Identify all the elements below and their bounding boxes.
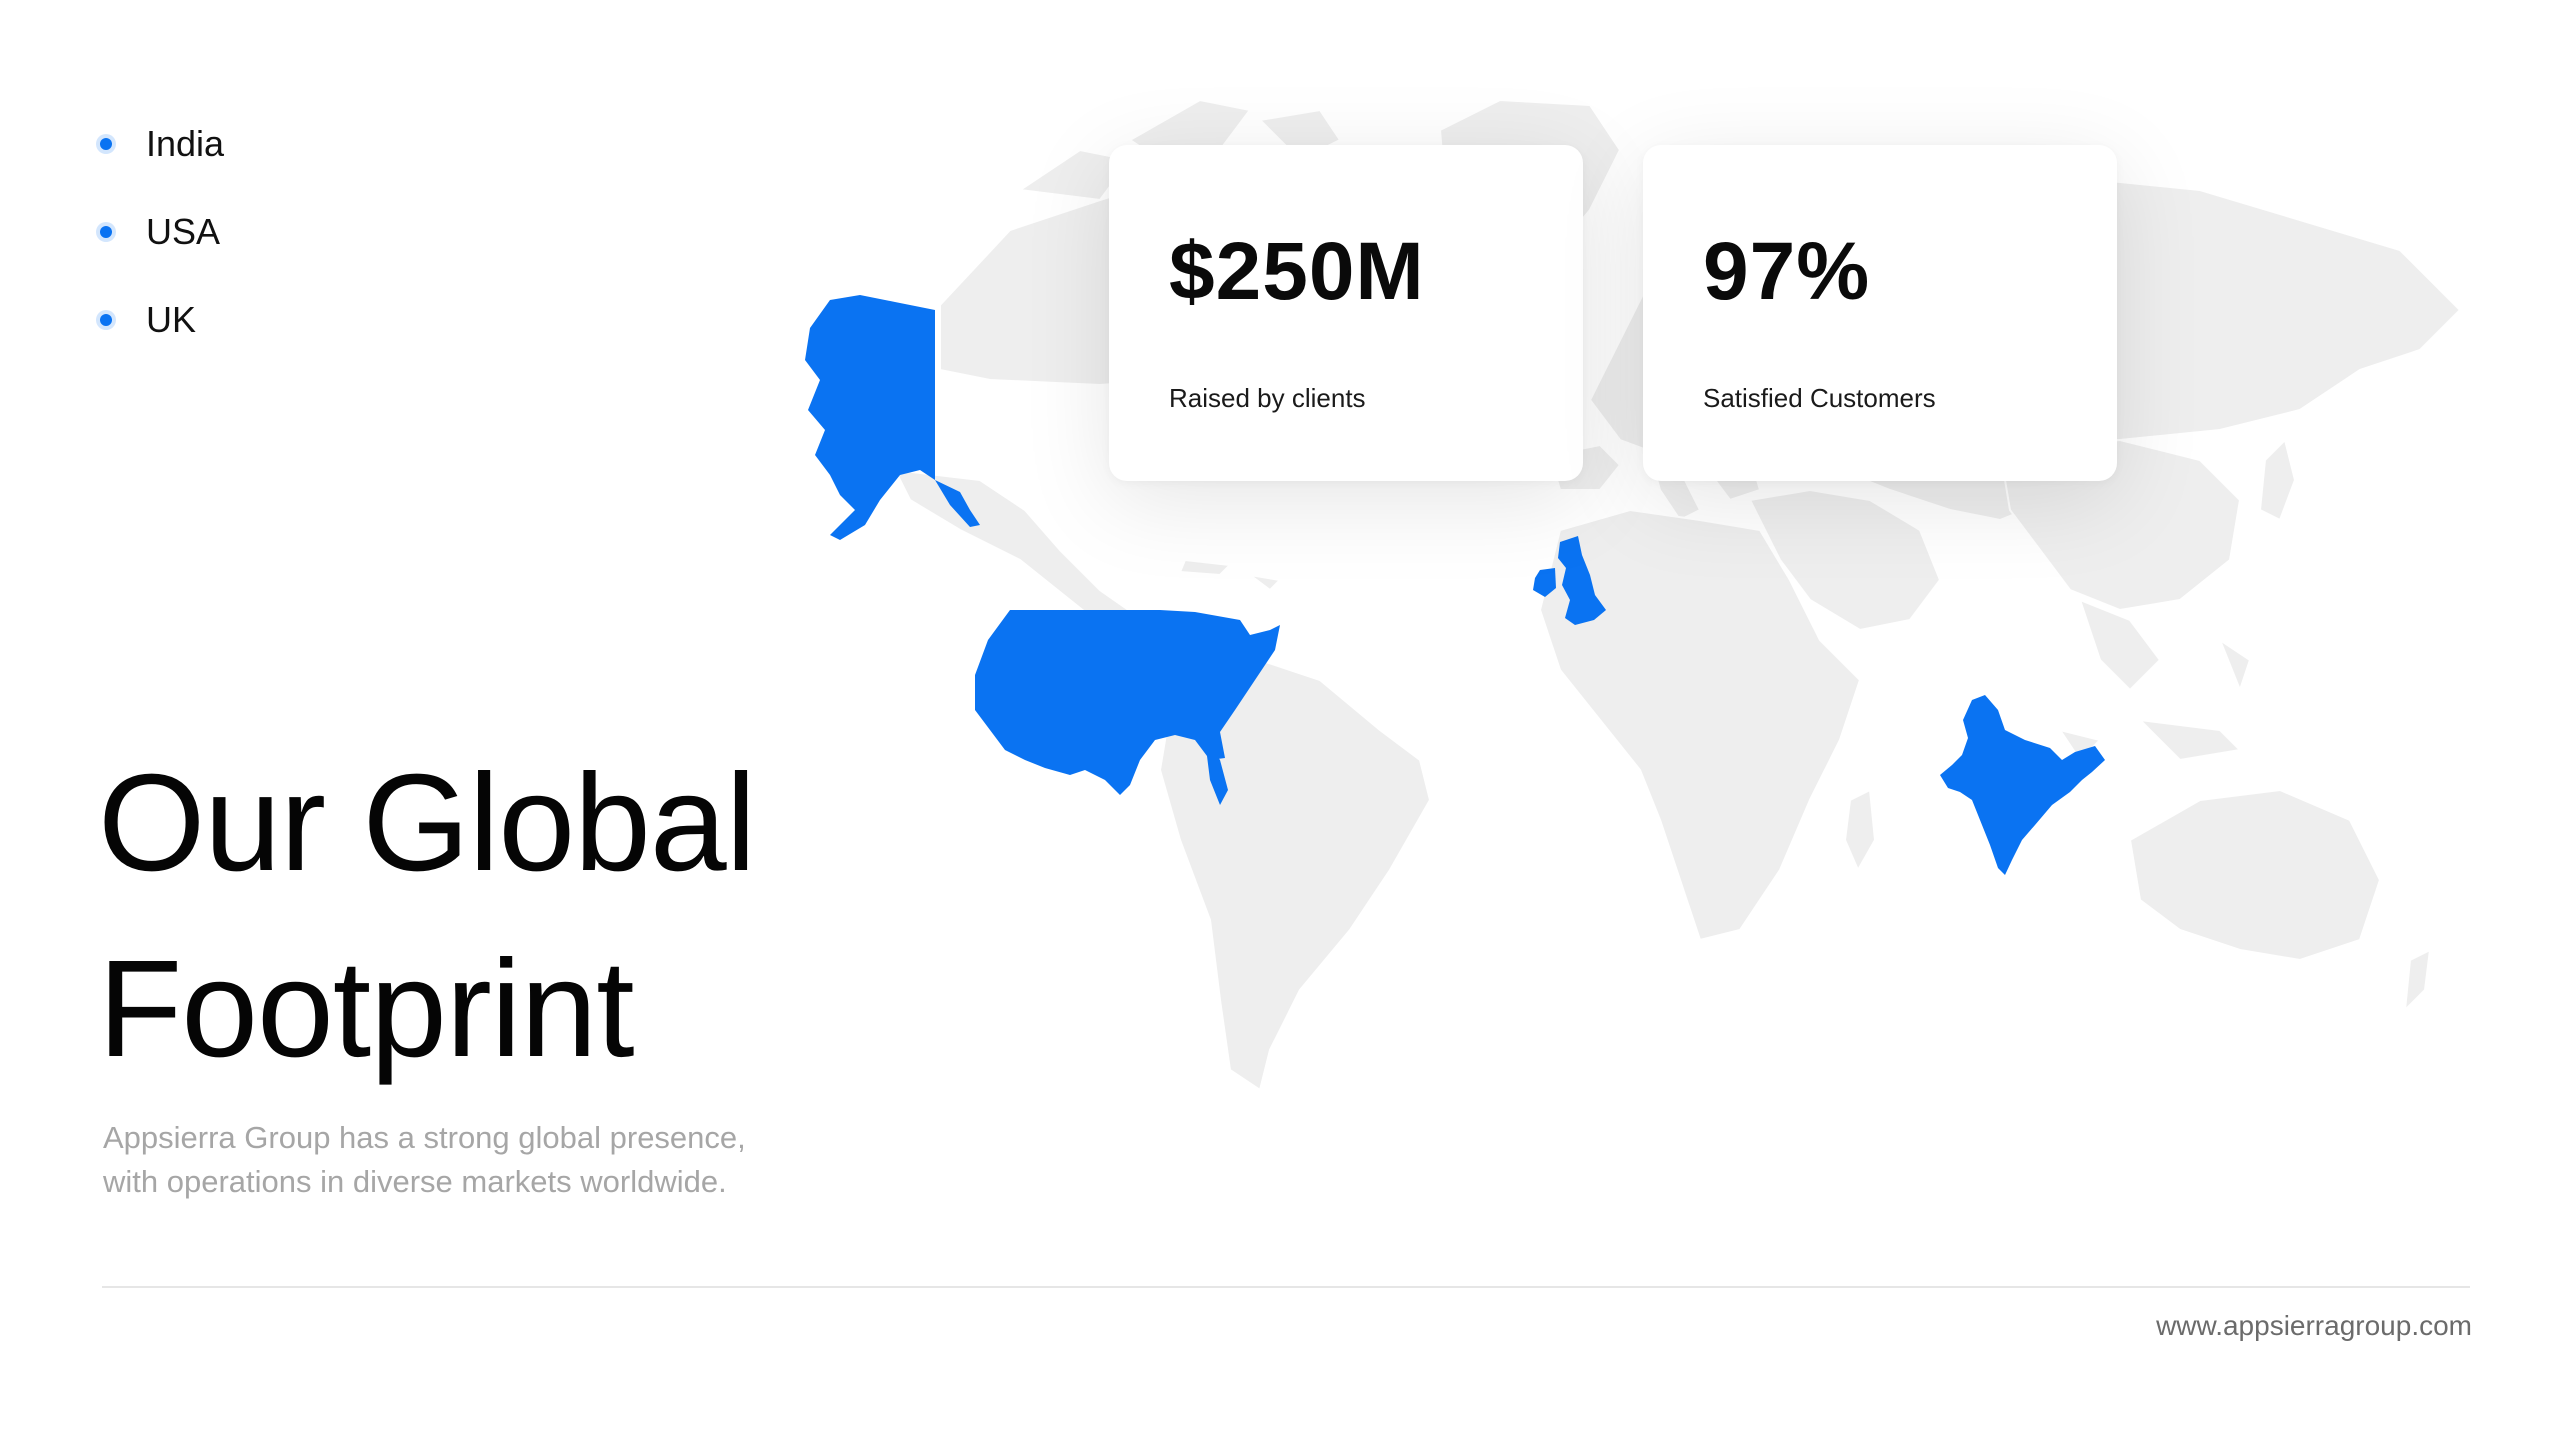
world-map (800, 80, 2480, 1200)
title-line-1: Our Global (98, 746, 756, 900)
bullet-dot-icon (100, 226, 112, 238)
location-list: India USA UK (100, 100, 224, 364)
stat-card-satisfaction: 97% Satisfied Customers (1643, 145, 2117, 481)
map-region-japan (2259, 439, 2296, 521)
location-label: USA (146, 211, 221, 252)
location-label: UK (146, 299, 197, 340)
map-region-caribbean (1179, 559, 1281, 591)
title-line-2: Footprint (98, 932, 635, 1086)
world-map-graphic (805, 99, 2461, 1091)
map-region-madagascar (1844, 789, 1876, 871)
stat-card-raised: $250M Raised by clients (1109, 145, 1583, 481)
page-title: Our Global Footprint (98, 730, 858, 1102)
stat-caption: Satisfied Customers (1703, 383, 1936, 413)
bullet-dot-icon (100, 138, 112, 150)
description-line-2: with operations in diverse markets world… (103, 1164, 727, 1199)
description: Appsierra Group has a strong global pres… (103, 1116, 863, 1204)
stat-value: $250M (1169, 226, 1425, 317)
website-url: www.appsierragroup.com (2156, 1310, 2472, 1341)
stat-value: 97% (1703, 226, 1871, 317)
map-region-southeast-asia (2059, 599, 2251, 761)
location-item: USA (100, 188, 224, 276)
location-item: UK (100, 276, 224, 364)
location-item: India (100, 100, 224, 188)
map-region-new-zealand (2404, 949, 2431, 1011)
description-line-1: Appsierra Group has a strong global pres… (103, 1120, 746, 1155)
location-label: India (146, 123, 225, 164)
footer-divider (102, 1286, 2470, 1288)
bullet-dot-icon (100, 314, 112, 326)
stat-caption: Raised by clients (1169, 383, 1366, 413)
map-region-india (1940, 695, 2105, 875)
map-region-australia (2129, 789, 2381, 961)
